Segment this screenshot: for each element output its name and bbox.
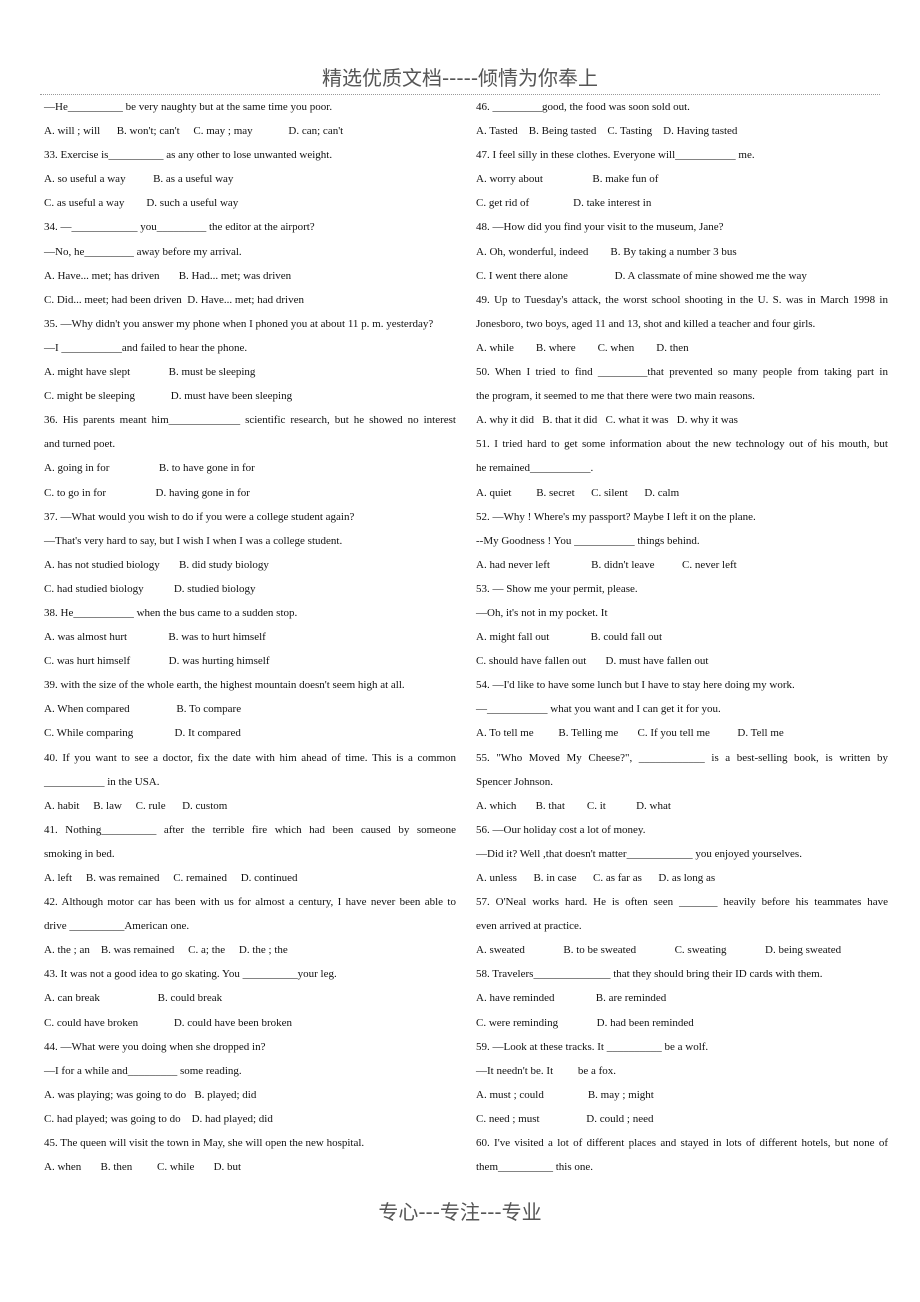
text-line: C. as useful a way D. such a useful way xyxy=(44,197,239,210)
text-line: them__________ this one. xyxy=(476,1161,594,1174)
text-line: A. have reminded B. are reminded xyxy=(476,992,667,1005)
text-line: C. had played; was going to do D. had pl… xyxy=(44,1112,273,1125)
text-line: 44. —What were you doing when she droppe… xyxy=(44,1040,266,1053)
text-line: 54. —I'd like to have some lunch but I h… xyxy=(476,679,795,692)
text-line: 56. —Our holiday cost a lot of money. xyxy=(476,823,646,836)
text-line: C. While comparing D. It compared xyxy=(44,727,241,740)
text-line: C. might be sleeping D. must have been s… xyxy=(44,390,293,403)
text-line: A. might fall out B. could fall out xyxy=(476,631,663,644)
text-line: C. should have fallen out D. must have f… xyxy=(476,655,709,668)
text-line: 34. —____________ you_________ the edito… xyxy=(44,221,315,234)
text-line: C. need ; must D. could ; need xyxy=(476,1112,654,1125)
text-line: A. Oh, wonderful, indeed B. By taking a … xyxy=(476,245,737,258)
text-line: C. get rid of D. take interest in xyxy=(476,197,652,210)
text-line: A. when B. then C. while D. but xyxy=(44,1161,242,1174)
text-line: C. Did... meet; had been driven D. Have.… xyxy=(44,293,304,306)
text-line: 46. _________good, the food was soon sol… xyxy=(476,101,690,113)
text-line: A. quiet B. secret C. silent D. calm xyxy=(476,486,680,499)
text-line: A. was almost hurt B. was to hurt himsel… xyxy=(44,631,266,644)
text-line: 39. with the size of the whole earth, th… xyxy=(44,679,405,692)
text-line: 36. His parents meant him_____________ s… xyxy=(44,414,456,427)
text-line: —Oh, it's not in my pocket. It xyxy=(476,606,608,619)
page-header-title: 精选优质文档-----倾情为你奉上 xyxy=(321,66,599,90)
text-line: 45. The queen will visit the town in May… xyxy=(44,1137,365,1150)
text-line: 37. —What would you wish to do if you we… xyxy=(44,510,355,523)
text-line: A. Tasted B. Being tasted C. Tasting D. … xyxy=(476,125,738,138)
text-line: —I ___________and failed to hear the pho… xyxy=(44,341,248,354)
text-line: 52. —Why ! Where's my passport? Maybe I … xyxy=(476,510,756,523)
text-line: A. Have... met; has driven B. Had... met… xyxy=(44,269,292,282)
text-line: —I for a while and_________ some reading… xyxy=(44,1064,242,1077)
text-line: 41. Nothing__________ after the terrible… xyxy=(44,823,456,836)
text-line: A. the ; an B. was remained C. a; the D.… xyxy=(44,944,288,957)
text-line: 53. — Show me your permit, please. xyxy=(476,582,638,595)
right-question-column: 46. _________good, the food was soon sol… xyxy=(476,98,888,1182)
text-line: 48. —How did you find your visit to the … xyxy=(476,221,724,234)
text-line: 57. O'Neal works hard. He is often seen … xyxy=(476,896,888,909)
text-line: 49. Up to Tuesday's attack, the worst sc… xyxy=(476,293,888,306)
text-line: 43. It was not a good idea to go skating… xyxy=(44,968,337,981)
text-line: drive __________American one. xyxy=(44,920,190,933)
text-line: C. to go in for D. having gone in for xyxy=(44,486,250,499)
text-line: 51. I tried hard to get some information… xyxy=(476,438,888,451)
text-line: A. why it did B. that it did C. what it … xyxy=(476,414,738,427)
text-line: —___________ what you want and I can get… xyxy=(476,703,721,716)
text-line: —It needn't be. It be a fox. xyxy=(476,1064,617,1077)
text-line: 58. Travelers______________ that they sh… xyxy=(476,968,823,981)
text-line: C. were reminding D. had been reminded xyxy=(476,1016,694,1029)
text-line: 47. I feel silly in these clothes. Every… xyxy=(476,149,755,162)
text-line: 38. He___________ when the bus came to a… xyxy=(44,606,298,619)
text-line: A. which B. that C. it D. what xyxy=(476,799,671,812)
text-line: A. To tell me B. Telling me C. If you te… xyxy=(476,727,784,740)
left-question-column: —He__________ be very naughty but at the… xyxy=(44,98,456,1182)
text-line: and turned poet. xyxy=(44,438,116,451)
text-line: 60. I've visited a lot of different plac… xyxy=(476,1137,888,1150)
text-line: 50. When I tried to find _________that p… xyxy=(476,366,888,379)
text-line: --My Goodness ! You ___________ things b… xyxy=(476,534,700,547)
page-footer-text: 专心---专注---专业 xyxy=(378,1200,542,1224)
header-divider xyxy=(40,94,880,95)
text-line: ___________ in the USA. xyxy=(44,775,160,788)
text-line: even arrived at practice. xyxy=(476,920,582,933)
text-line: 55. "Who Moved My Cheese?", ____________… xyxy=(476,751,888,764)
text-line: C. could have broken D. could have been … xyxy=(44,1016,293,1029)
text-line: C. I went there alone D. A classmate of … xyxy=(476,269,807,282)
text-line: —Did it? Well ,that doesn't matter______… xyxy=(476,847,802,860)
text-line: A. will ; will B. won't; can't C. may ; … xyxy=(44,125,344,138)
text-line: A. going in for B. to have gone in for xyxy=(44,462,255,475)
text-line: A. sweated B. to be sweated C. sweating … xyxy=(476,944,842,957)
text-line: he remained___________. xyxy=(476,462,594,475)
text-line: 59. —Look at these tracks. It __________… xyxy=(476,1040,709,1053)
text-line: A. might have slept B. must be sleeping xyxy=(44,366,256,379)
text-line: A. can break B. could break xyxy=(44,992,223,1005)
text-line: A. worry about B. make fun of xyxy=(476,173,659,186)
text-line: C. was hurt himself D. was hurting himse… xyxy=(44,655,270,668)
text-line: smoking in bed. xyxy=(44,847,115,860)
text-line: A. left B. was remained C. remained D. c… xyxy=(44,872,298,884)
text-line: A. must ; could B. may ; might xyxy=(476,1088,654,1101)
text-line: 40. If you want to see a doctor, fix the… xyxy=(44,751,456,764)
text-line: —No, he_________ away before my arrival. xyxy=(44,245,242,258)
text-line: A. so useful a way B. as a useful way xyxy=(44,173,234,186)
text-line: A. had never left B. didn't leave C. nev… xyxy=(476,558,737,571)
text-line: 42. Although motor car has been with us … xyxy=(44,896,456,909)
text-line: C. had studied biology D. studied biolog… xyxy=(44,582,256,595)
text-line: the program, it seemed to me that there … xyxy=(476,390,755,403)
text-line: A. When compared B. To compare xyxy=(44,703,242,716)
text-line: Jonesboro, two boys, aged 11 and 13, sho… xyxy=(476,317,816,330)
text-line: A. was playing; was going to do B. playe… xyxy=(44,1088,257,1101)
text-line: A. habit B. law C. rule D. custom xyxy=(44,799,228,812)
text-line: A. while B. where C. when D. then xyxy=(476,341,689,354)
text-line: Spencer Johnson. xyxy=(476,775,553,788)
text-line: 35. —Why didn't you answer my phone when… xyxy=(44,317,434,330)
text-line: A. has not studied biology B. did study … xyxy=(44,558,269,571)
text-line: A. unless B. in case C. as far as D. as … xyxy=(476,872,716,884)
text-line: —That's very hard to say, but I wish I w… xyxy=(44,534,343,547)
text-line: —He__________ be very naughty but at the… xyxy=(44,101,333,113)
text-line: 33. Exercise is__________ as any other t… xyxy=(44,149,333,162)
